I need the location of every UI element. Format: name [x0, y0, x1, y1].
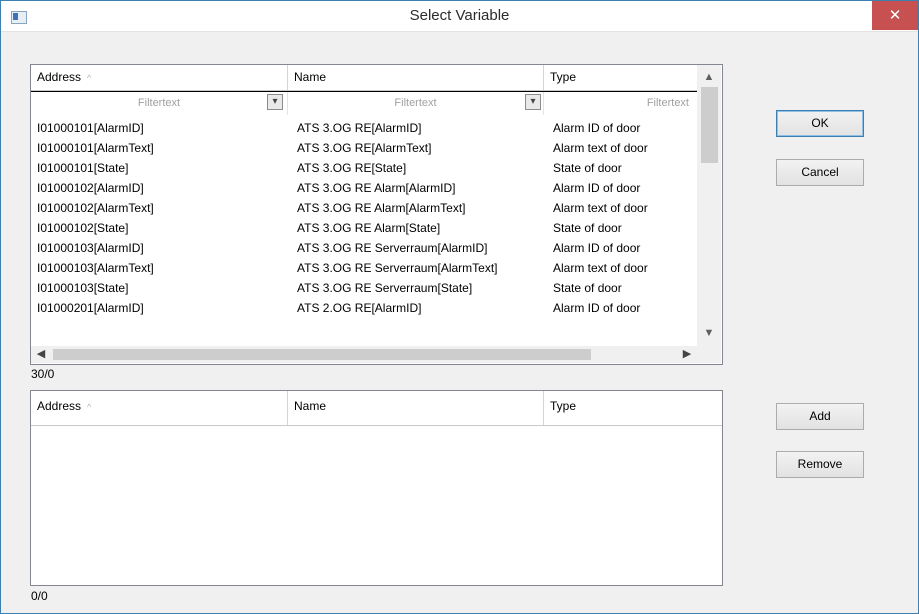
scrollbar-corner — [697, 346, 721, 363]
cell-name: ATS 3.OG RE Alarm[AlarmID] — [297, 181, 456, 195]
scroll-left-icon[interactable]: ◀ — [31, 346, 51, 363]
cell-name: ATS 3.OG RE[AlarmText] — [297, 141, 432, 155]
cell-type: State of door — [553, 221, 622, 235]
cell-name: ATS 3.OG RE[State] — [297, 161, 407, 175]
cell-address: I01000101[AlarmID] — [37, 121, 144, 135]
cell-type: Alarm text of door — [553, 141, 648, 155]
select-variable-dialog: Select Variable ✕ Address ^ Name Type Fil… — [0, 0, 919, 614]
cell-address: I01000102[State] — [37, 221, 129, 235]
vertical-scroll-thumb[interactable] — [701, 87, 718, 163]
add-button[interactable]: Add — [776, 403, 864, 430]
cell-address: I01000201[AlarmID] — [37, 301, 144, 315]
window-title: Select Variable — [409, 7, 510, 24]
cell-name: ATS 3.OG RE Serverraum[AlarmID] — [297, 241, 488, 255]
grid-header: Address ^ Name Type — [31, 65, 697, 91]
cell-name: ATS 3.OG RE[AlarmID] — [297, 121, 422, 135]
cell-type: Alarm ID of door — [553, 301, 641, 315]
grid-header: Address ^ Name Type — [31, 391, 722, 426]
cell-address: I01000101[State] — [37, 161, 129, 175]
remove-button[interactable]: Remove — [776, 451, 864, 478]
cell-type: Alarm ID of door — [553, 121, 641, 135]
cell-address: I01000103[AlarmText] — [37, 261, 154, 275]
cell-name: ATS 3.OG RE Serverraum[State] — [297, 281, 473, 295]
selected-count: 0/0 — [31, 589, 48, 603]
cell-name: ATS 2.OG RE[AlarmID] — [297, 301, 422, 315]
cell-type: Alarm text of door — [553, 261, 648, 275]
filter-row: Filtertext ▾ Filtertext ▾ Filtertext — [31, 91, 697, 116]
cell-type: State of door — [553, 161, 622, 175]
scroll-down-icon[interactable]: ▼ — [697, 323, 721, 343]
column-header-type[interactable]: Type — [544, 65, 697, 90]
sort-ascending-icon: ^ — [87, 73, 92, 83]
column-header-type[interactable]: Type — [544, 391, 722, 425]
title-bar: Select Variable ✕ — [1, 1, 918, 32]
cell-address: I01000102[AlarmText] — [37, 201, 154, 215]
horizontal-scroll-thumb[interactable] — [53, 349, 591, 360]
sort-ascending-icon: ^ — [87, 402, 92, 412]
filter-icon[interactable]: ▾ — [267, 94, 283, 110]
cell-type: Alarm ID of door — [553, 181, 641, 195]
cell-address: I01000103[AlarmID] — [37, 241, 144, 255]
column-header-address[interactable]: Address ^ — [31, 65, 288, 90]
column-header-address[interactable]: Address ^ — [31, 391, 288, 425]
ok-button[interactable]: OK — [776, 110, 864, 137]
available-variables-grid[interactable]: Address ^ Name Type Filtertext ▾ Filterte… — [30, 64, 723, 365]
filter-input-name[interactable]: Filtertext — [288, 92, 544, 115]
column-header-name[interactable]: Name — [288, 65, 544, 90]
filter-input-type[interactable]: Filtertext — [544, 92, 697, 115]
filter-input-address[interactable]: Filtertext — [31, 92, 288, 115]
scroll-right-icon[interactable]: ▶ — [677, 346, 697, 363]
cell-address: I01000102[AlarmID] — [37, 181, 144, 195]
scroll-up-icon[interactable]: ▲ — [697, 67, 721, 87]
column-header-name[interactable]: Name — [288, 391, 544, 425]
cell-type: State of door — [553, 281, 622, 295]
cell-address: I01000101[AlarmText] — [37, 141, 154, 155]
horizontal-scrollbar[interactable]: ◀ ▶ — [31, 346, 697, 363]
selected-variables-grid[interactable]: Address ^ Name Type — [30, 390, 723, 586]
vertical-scrollbar[interactable]: ▲ ▼ — [697, 65, 721, 346]
cancel-button[interactable]: Cancel — [776, 159, 864, 186]
available-count: 30/0 — [31, 367, 55, 381]
filter-icon[interactable]: ▾ — [525, 94, 541, 110]
cell-name: ATS 3.OG RE Serverraum[AlarmText] — [297, 261, 498, 275]
cell-name: ATS 3.OG RE Alarm[AlarmText] — [297, 201, 466, 215]
close-icon: ✕ — [888, 6, 902, 24]
cell-type: Alarm ID of door — [553, 241, 641, 255]
cell-name: ATS 3.OG RE Alarm[State] — [297, 221, 441, 235]
cell-address: I01000103[State] — [37, 281, 129, 295]
cell-type: Alarm text of door — [553, 201, 648, 215]
close-button[interactable]: ✕ — [872, 1, 918, 30]
